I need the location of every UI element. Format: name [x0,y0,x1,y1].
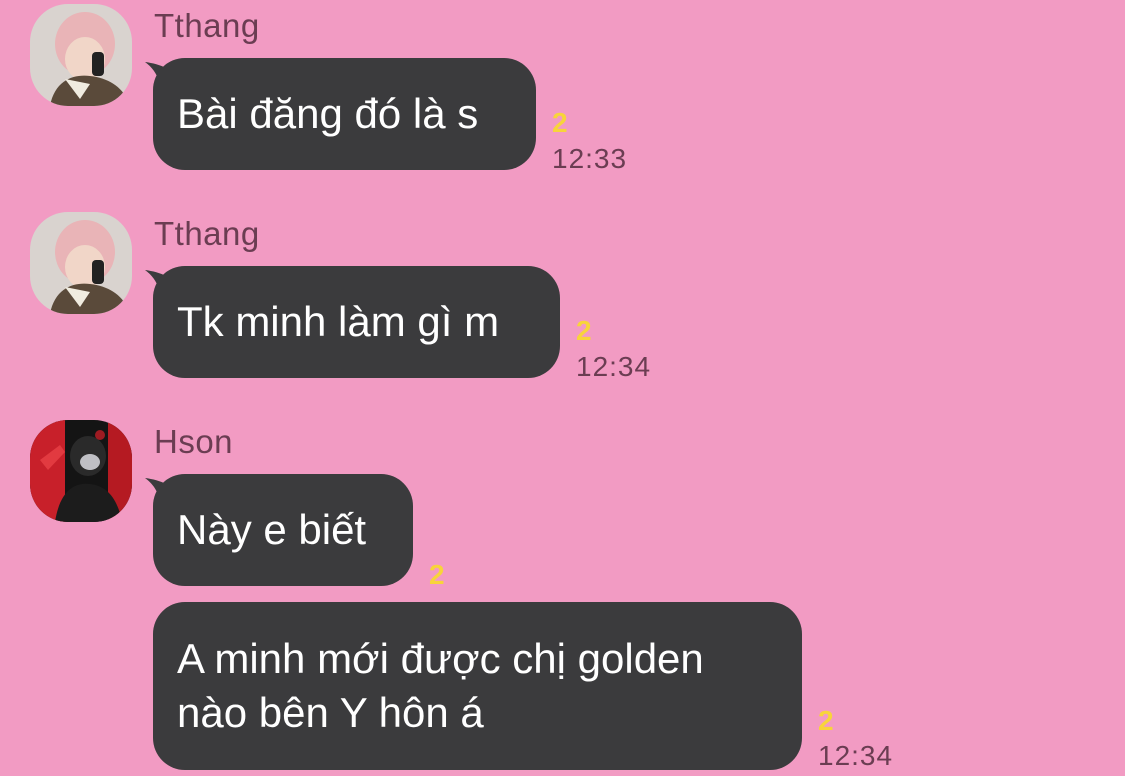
tthang-avatar[interactable] [30,4,132,106]
message-text-line: A minh mới được chị golden [177,635,704,682]
message-bubble[interactable]: A minh mới được chị golden nào bên Y hôn… [153,602,802,770]
message-bubble[interactable]: Này e biết [153,474,413,586]
message-time: 12:34 [576,351,652,382]
sender-name: Hson [154,423,234,460]
sender-name: Tthang [154,215,260,252]
message-bubble[interactable]: Tk minh làm gì m [153,266,560,378]
read-count: 2 [818,705,834,736]
hson-avatar[interactable] [30,420,132,522]
tthang-avatar[interactable] [30,212,132,314]
sender-name: Tthang [154,7,260,44]
message-time: 12:33 [552,143,628,174]
message-text-line: nào bên Y hôn á [177,689,484,736]
read-count: 2 [429,559,445,590]
message-text: Tk minh làm gì m [177,298,500,345]
message-text: Bài đăng đó là s [177,90,479,137]
message-bubble[interactable]: Bài đăng đó là s [153,58,536,170]
message-text: Này e biết [177,506,367,553]
message-time: 12:34 [818,740,894,771]
read-count: 2 [576,315,592,346]
read-count: 2 [552,107,568,138]
